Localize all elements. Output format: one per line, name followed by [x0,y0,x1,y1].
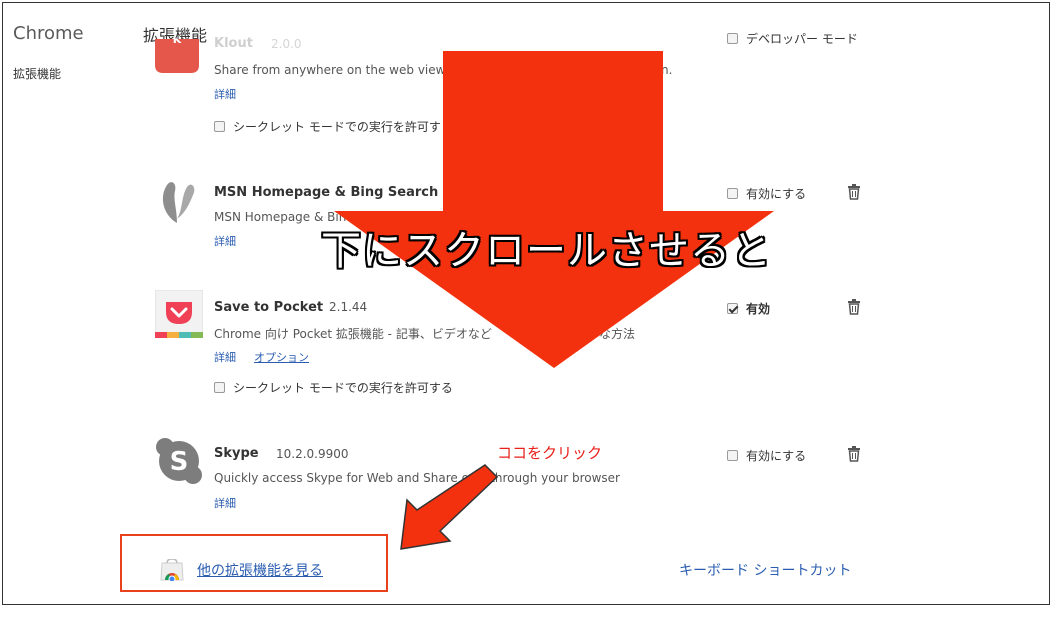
scroll-caption: 下にスクロールさせると [321,228,772,274]
annotation-overlay [334,51,774,550]
extensions-page: Chrome 拡張機能 拡張機能 デベロッパー モード K Klout 2.0.… [2,2,1050,605]
small-click-arrow [400,464,499,550]
click-caption: ココをクリック [497,444,603,462]
big-down-arrow [334,51,774,368]
